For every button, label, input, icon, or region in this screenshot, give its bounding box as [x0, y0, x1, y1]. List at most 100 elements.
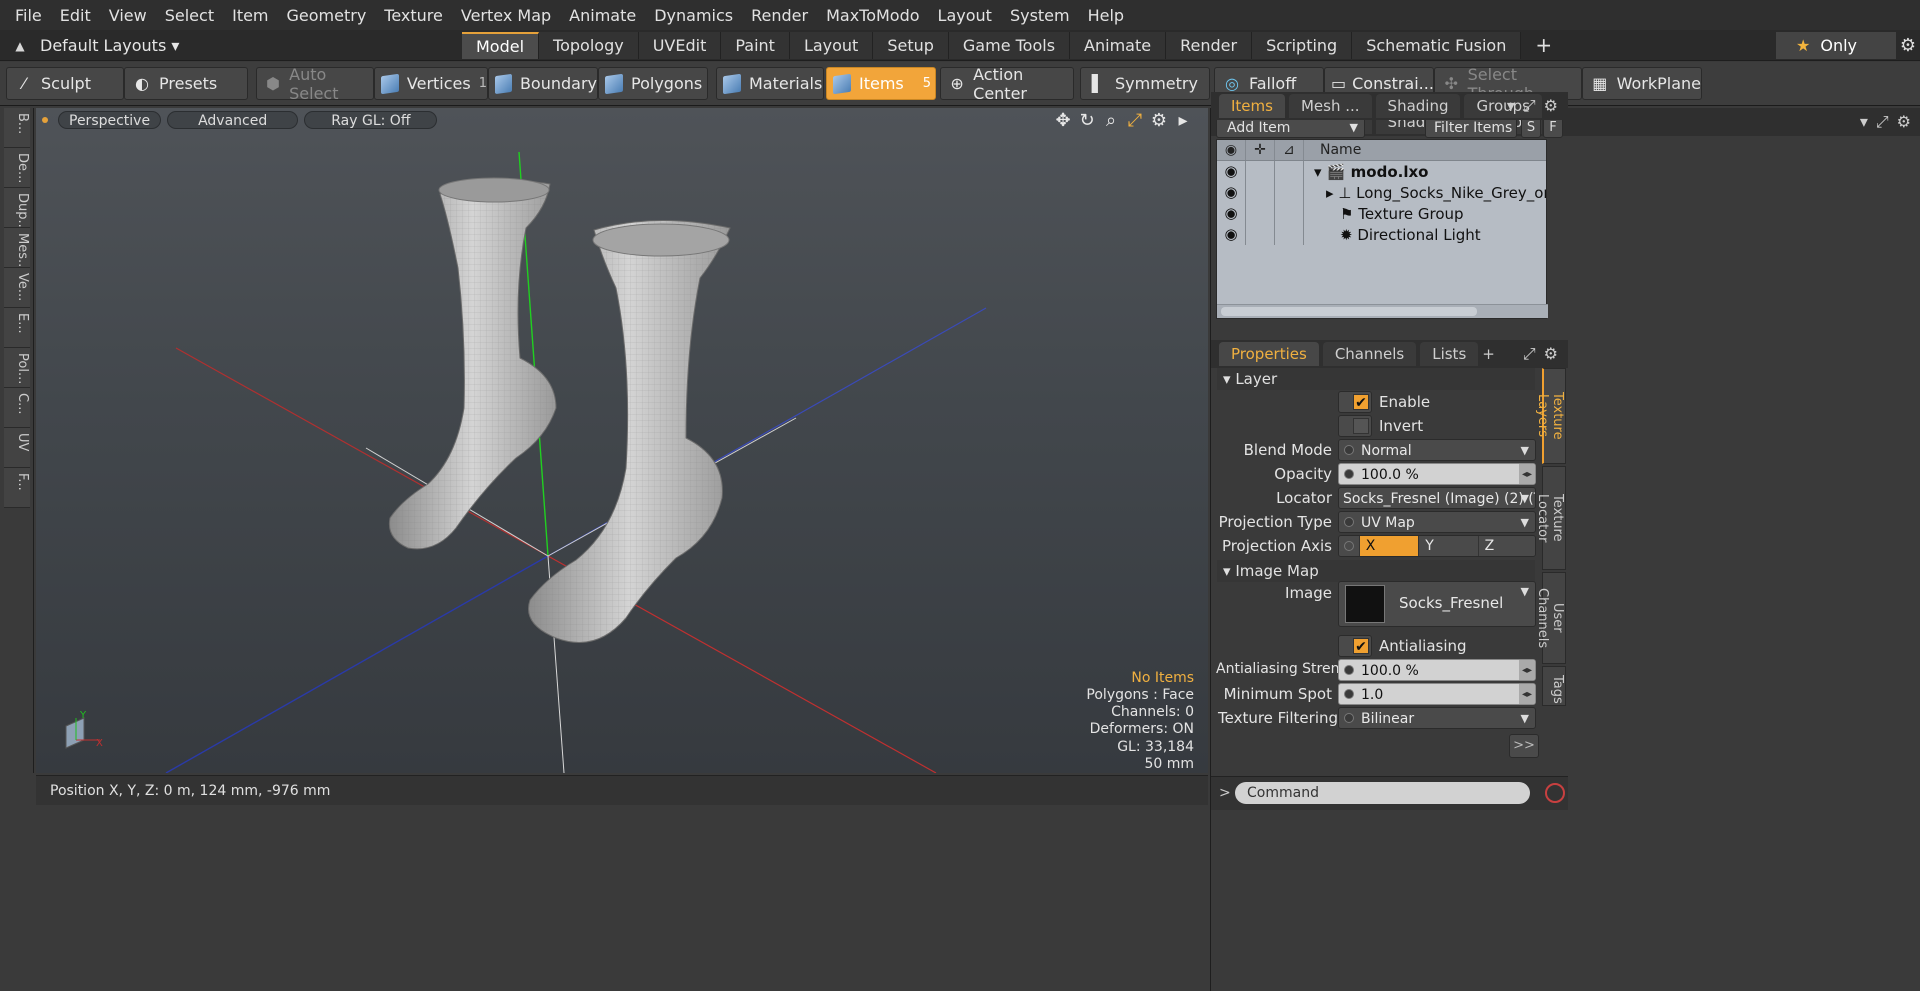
- tab-paint[interactable]: Paint: [721, 32, 790, 59]
- invert-checkbox[interactable]: [1338, 415, 1372, 437]
- left-tab-deform[interactable]: De...: [4, 148, 30, 188]
- left-tab-fusion[interactable]: F...: [4, 468, 30, 508]
- eye-icon[interactable]: ◉: [1217, 182, 1246, 203]
- tree-row-texture-group[interactable]: ◉ ⚑ Texture Group: [1217, 203, 1546, 224]
- enable-checkbox[interactable]: ✔: [1338, 391, 1372, 413]
- view-type-dropdown[interactable]: Perspective: [58, 111, 162, 129]
- side-tab-texture-layers[interactable]: Texture Layers: [1535, 368, 1566, 464]
- panel-gear-icon[interactable]: ⚙: [1544, 96, 1558, 116]
- menu-maxtomodo[interactable]: MaxToModo: [817, 6, 928, 25]
- panel-dropdown-icon[interactable]: ▾: [1507, 96, 1515, 116]
- left-tab-basic[interactable]: B...: [4, 108, 30, 148]
- menu-file[interactable]: File: [6, 6, 51, 25]
- tree-row-light[interactable]: ◉ ✹ Directional Light: [1217, 224, 1546, 245]
- tab-schematic-fusion[interactable]: Schematic Fusion: [1352, 32, 1522, 59]
- add-tab-icon[interactable]: +: [1521, 32, 1566, 59]
- side-tab-user-channels[interactable]: User Channels: [1535, 572, 1566, 664]
- 3d-viewport[interactable]: Y X Perspective Advanced Ray GL: Off ✥ ↻…: [36, 108, 1208, 773]
- menu-help[interactable]: Help: [1079, 6, 1133, 25]
- spinner-icon[interactable]: ◂▸: [1519, 684, 1535, 704]
- left-tab-uv[interactable]: UV: [4, 428, 30, 468]
- tree-scrollbar[interactable]: [1217, 304, 1548, 318]
- render-icon[interactable]: ⊿: [1275, 140, 1304, 160]
- tab-setup[interactable]: Setup: [873, 32, 949, 59]
- tab-channels[interactable]: Channels: [1322, 342, 1417, 366]
- left-tab-vertex[interactable]: Ve...: [4, 268, 30, 308]
- tree-row-mesh[interactable]: ◉ ▸ ⊥ Long_Socks_Nike_Grey_on_Th...: [1217, 182, 1546, 203]
- min-spot-field[interactable]: 1.0 ◂▸: [1338, 683, 1536, 705]
- axis-x-button[interactable]: X: [1358, 536, 1419, 556]
- symmetry-button[interactable]: ▌ Symmetry: [1080, 67, 1210, 100]
- eye-icon[interactable]: ◉: [1217, 161, 1246, 182]
- image-select[interactable]: Socks_Fresnel ▼: [1338, 581, 1536, 627]
- tree-row-scene[interactable]: ◉ ▾ 🎬 modo.lxo: [1217, 161, 1546, 182]
- pan-icon[interactable]: ✥: [1054, 110, 1072, 131]
- tab-topology[interactable]: Topology: [539, 32, 639, 59]
- menu-layout[interactable]: Layout: [929, 6, 1001, 25]
- left-tab-curve[interactable]: C...: [4, 388, 30, 428]
- tab-scripting[interactable]: Scripting: [1252, 32, 1353, 59]
- image-map-section-header[interactable]: ▾ Image Map: [1217, 560, 1535, 582]
- menu-texture[interactable]: Texture: [375, 6, 452, 25]
- more-options-button[interactable]: >>: [1509, 734, 1539, 758]
- maximize-icon[interactable]: ⤢: [1523, 344, 1536, 364]
- menu-vertex-map[interactable]: Vertex Map: [452, 6, 560, 25]
- vertices-button[interactable]: Vertices 1: [374, 67, 488, 100]
- tab-model[interactable]: Model: [462, 32, 540, 59]
- locator-select[interactable]: Socks_Fresnel (Image) (2) (T ...▼: [1338, 487, 1536, 509]
- menu-select[interactable]: Select: [156, 6, 223, 25]
- shading-dropdown[interactable]: Advanced: [167, 111, 299, 129]
- tab-mesh[interactable]: Mesh ...: [1288, 94, 1372, 118]
- auto-select-button[interactable]: ⬢ Auto Select: [256, 65, 374, 103]
- tab-uvedit[interactable]: UVEdit: [638, 32, 722, 59]
- tab-game-tools[interactable]: Game Tools: [948, 32, 1071, 59]
- workplane-button[interactable]: ▦ WorkPlane: [1582, 67, 1702, 100]
- boundary-button[interactable]: Boundary: [488, 67, 598, 100]
- eye-icon[interactable]: ◉: [1217, 203, 1246, 224]
- visibility-eye-icon[interactable]: ◉: [1217, 140, 1246, 160]
- menu-animate[interactable]: Animate: [560, 6, 645, 25]
- menu-system[interactable]: System: [1001, 6, 1079, 25]
- menu-edit[interactable]: Edit: [51, 6, 100, 25]
- projection-type-select[interactable]: UV Map ▼: [1338, 511, 1536, 533]
- record-macro-icon[interactable]: [1545, 783, 1565, 803]
- scroll-thumb[interactable]: [1221, 307, 1477, 316]
- side-tab-texture-locator[interactable]: Texture Locator: [1535, 466, 1566, 570]
- antialiasing-checkbox[interactable]: ✔: [1338, 635, 1372, 657]
- menu-item[interactable]: Item: [223, 6, 277, 25]
- viewport-settings-icon[interactable]: ⚙: [1150, 110, 1168, 131]
- collapse-arrow-icon[interactable]: ▲: [0, 39, 40, 53]
- tab-render[interactable]: Render: [1166, 32, 1253, 59]
- command-input[interactable]: Command: [1235, 782, 1530, 804]
- tab-layout[interactable]: Layout: [789, 32, 874, 59]
- presets-button[interactable]: ◐ Presets: [124, 67, 248, 100]
- tab-animate[interactable]: Animate: [1070, 32, 1167, 59]
- layout-dropdown[interactable]: Default Layouts ▾: [40, 36, 179, 55]
- zoom-icon[interactable]: ⌕: [1102, 110, 1120, 131]
- sculpt-button[interactable]: ⁄ Sculpt: [6, 67, 124, 100]
- name-column-header[interactable]: Name: [1304, 140, 1546, 160]
- blend-mode-select[interactable]: Normal ▼: [1338, 439, 1536, 461]
- tab-shading[interactable]: Shading: [1375, 94, 1461, 118]
- eye-icon[interactable]: ◉: [1217, 224, 1246, 245]
- rotate-icon[interactable]: ↻: [1078, 110, 1096, 131]
- tab-properties[interactable]: Properties: [1219, 342, 1319, 366]
- texture-filtering-select[interactable]: Bilinear ▼: [1338, 707, 1536, 729]
- raygl-toggle[interactable]: Ray GL: Off: [304, 111, 438, 129]
- gear-icon[interactable]: ⚙: [1896, 32, 1920, 59]
- materials-button[interactable]: Materials: [716, 67, 824, 100]
- menu-geometry[interactable]: Geometry: [278, 6, 376, 25]
- add-panel-tab-icon[interactable]: +: [1482, 345, 1495, 363]
- tab-lists[interactable]: Lists: [1420, 342, 1479, 366]
- spinner-icon[interactable]: ◂▸: [1519, 660, 1535, 680]
- aa-strength-field[interactable]: 100.0 % ◂▸: [1338, 659, 1536, 681]
- expand-arrow-icon[interactable]: ▸: [1174, 110, 1192, 131]
- action-center-button[interactable]: ⊕ Action Center: [940, 65, 1074, 103]
- axis-z-button[interactable]: Z: [1477, 536, 1535, 556]
- menu-view[interactable]: View: [100, 6, 156, 25]
- polygons-button[interactable]: Polygons: [598, 67, 708, 100]
- items-button[interactable]: Items 5: [826, 67, 936, 100]
- menu-dynamics[interactable]: Dynamics: [645, 6, 742, 25]
- left-tab-duplicate[interactable]: Dup...: [4, 188, 30, 228]
- side-tab-tags[interactable]: Tags: [1542, 666, 1566, 706]
